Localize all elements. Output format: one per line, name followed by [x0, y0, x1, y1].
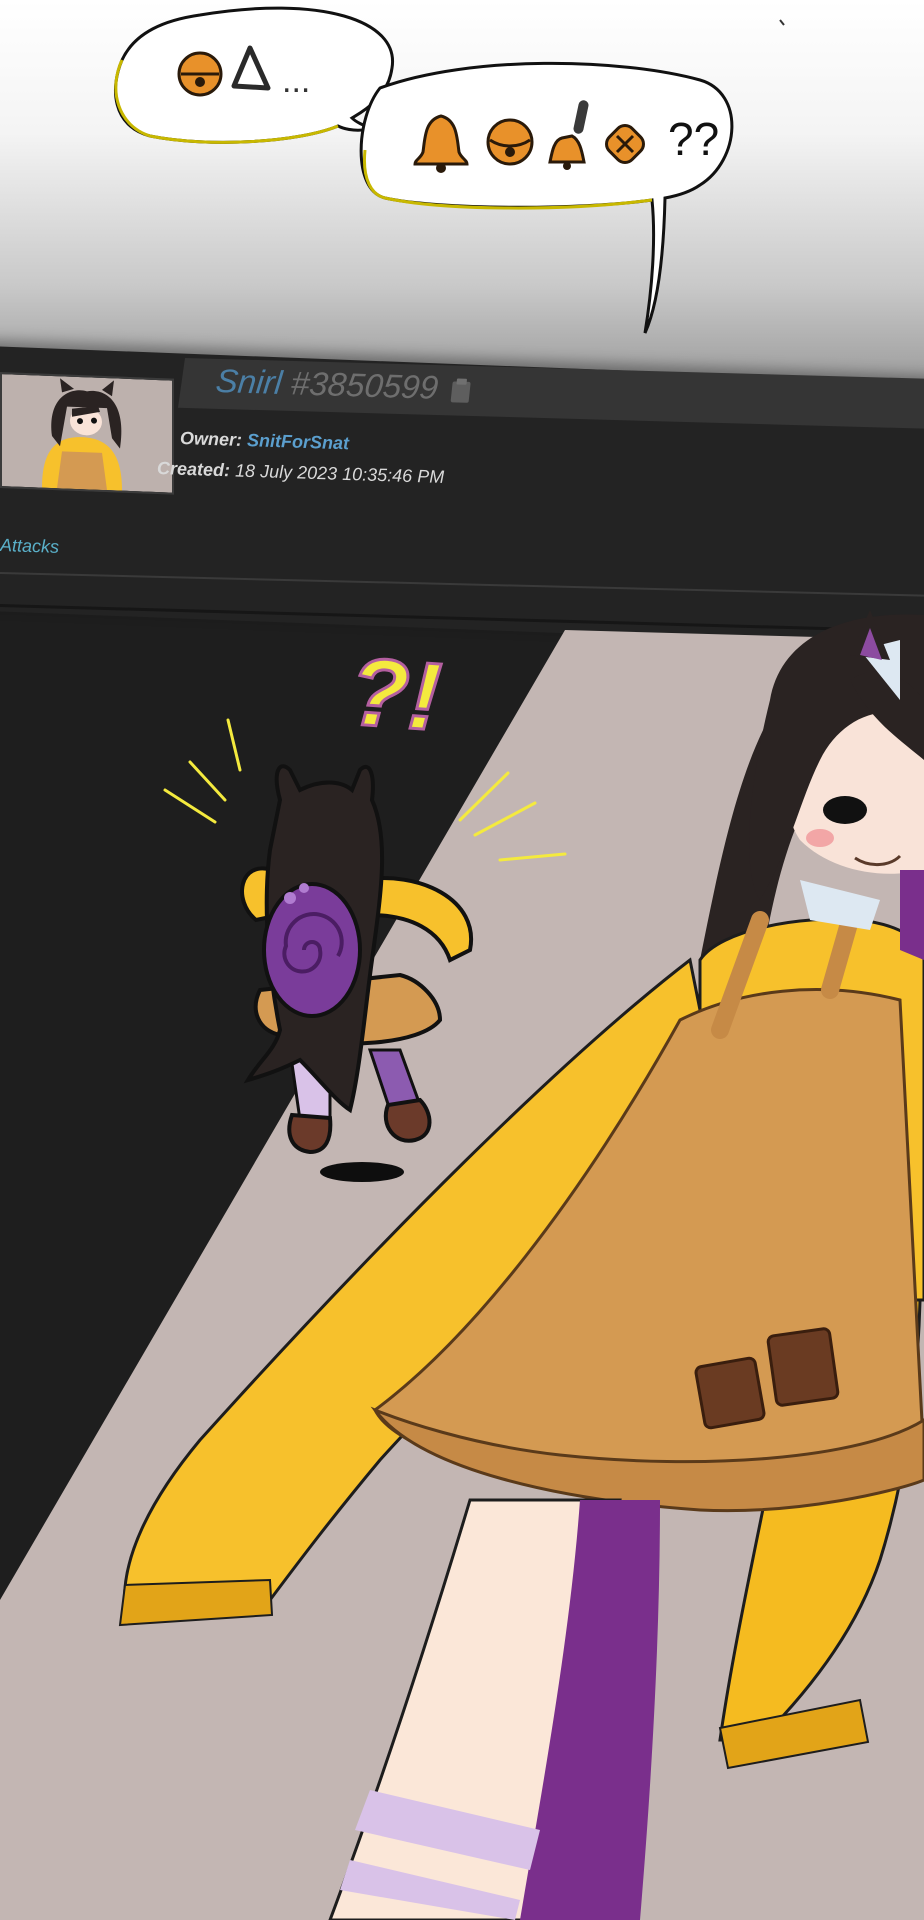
reaction-text: ?! [345, 636, 446, 752]
character-artwork [0, 610, 924, 1920]
